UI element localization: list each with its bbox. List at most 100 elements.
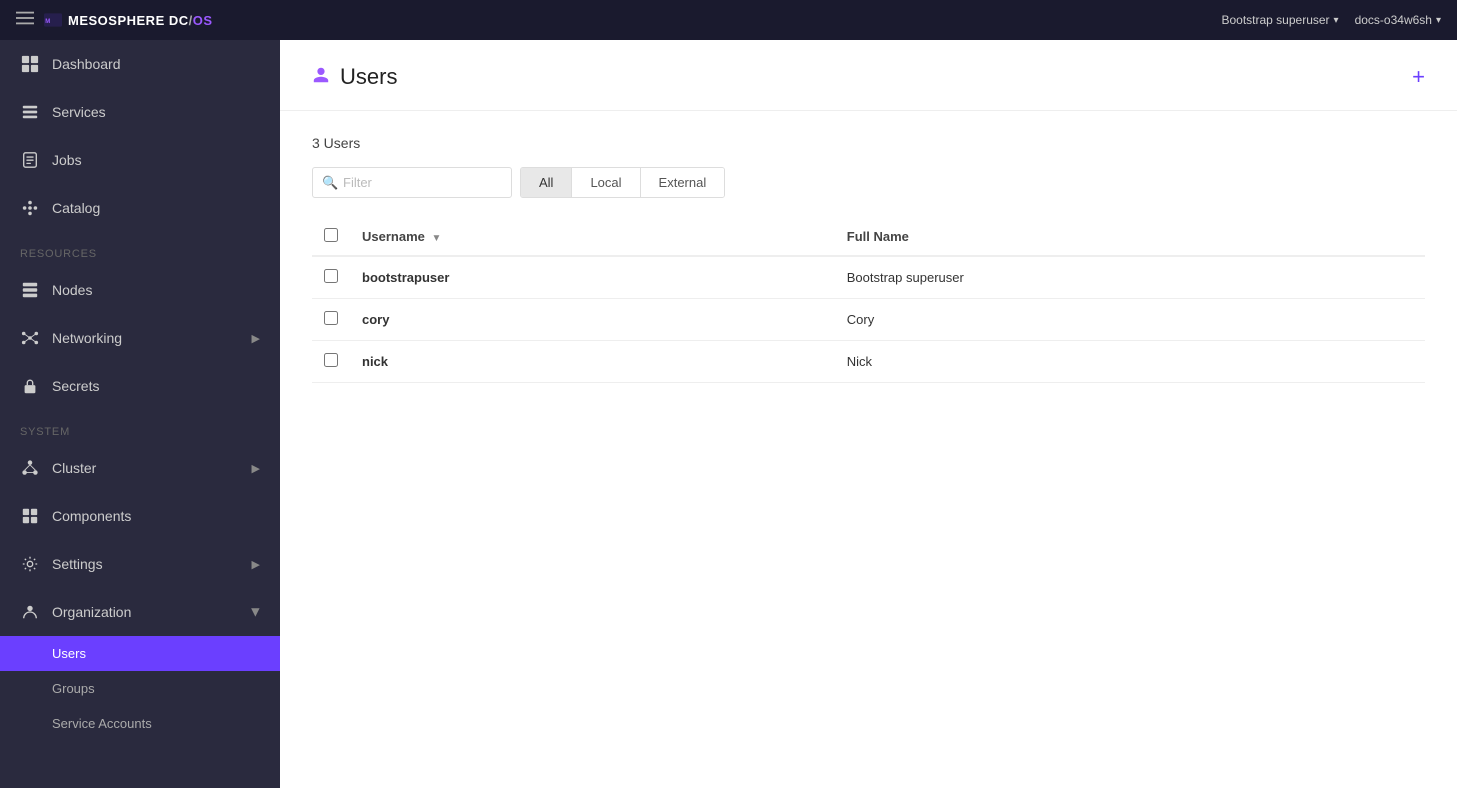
tab-external[interactable]: External (641, 168, 725, 197)
row-username-cell: cory (350, 299, 835, 341)
settings-icon (20, 554, 40, 574)
cluster-arrow-icon: ▶ (252, 462, 260, 475)
catalog-icon (20, 198, 40, 218)
topbar-right: Bootstrap superuser ▾ docs-o34w6sh ▾ (1221, 13, 1441, 27)
topbar-user-menu[interactable]: Bootstrap superuser ▾ (1221, 13, 1338, 27)
nodes-icon (20, 280, 40, 300)
sidebar-sub-item-label: Groups (52, 681, 95, 696)
sidebar-item-users[interactable]: Users (0, 636, 280, 671)
table-header-fullname: Full Name (835, 218, 1425, 256)
row-checkbox-cell (312, 299, 350, 341)
sidebar-item-networking[interactable]: Networking ▶ (0, 314, 280, 362)
system-section-label: System (0, 410, 280, 444)
organization-icon (20, 602, 40, 622)
sidebar-item-label: Jobs (52, 152, 82, 168)
table-row: bootstrapuser Bootstrap superuser (312, 256, 1425, 299)
content-area: 3 Users 🔍 All Local External (280, 111, 1457, 407)
sidebar-item-label: Services (52, 104, 106, 120)
sidebar-item-service-accounts[interactable]: Service Accounts (0, 706, 280, 741)
sidebar-item-catalog[interactable]: Catalog (0, 184, 280, 232)
dashboard-icon (20, 54, 40, 74)
row-checkbox[interactable] (324, 311, 338, 325)
components-icon (20, 506, 40, 526)
username-link[interactable]: cory (362, 312, 389, 327)
filter-tab-group: All Local External (520, 167, 725, 198)
tab-local[interactable]: Local (572, 168, 640, 197)
row-checkbox[interactable] (324, 269, 338, 283)
resources-section-label: Resources (0, 232, 280, 266)
sidebar-item-jobs[interactable]: Jobs (0, 136, 280, 184)
username-col-label: Username (362, 229, 425, 244)
hamburger-icon[interactable] (16, 9, 34, 32)
row-fullname-cell: Nick (835, 341, 1425, 383)
sidebar: Dashboard Services Jobs Catalog Resource… (0, 40, 280, 788)
sidebar-sub-item-label: Service Accounts (52, 716, 152, 731)
row-username-cell: nick (350, 341, 835, 383)
sidebar-item-label: Cluster (52, 460, 96, 476)
cluster-icon (20, 458, 40, 478)
layout: Dashboard Services Jobs Catalog Resource… (0, 40, 1457, 788)
row-fullname-cell: Cory (835, 299, 1425, 341)
add-user-button[interactable]: + (1412, 66, 1425, 88)
topbar-left: M MESOSPHERE DC/OS (16, 9, 213, 32)
sidebar-item-cluster[interactable]: Cluster ▶ (0, 444, 280, 492)
organization-arrow-icon: ▶ (249, 608, 262, 616)
jobs-icon (20, 150, 40, 170)
table-header-checkbox (312, 218, 350, 256)
topbar-cluster-label: docs-o34w6sh (1355, 13, 1432, 27)
select-all-checkbox[interactable] (324, 228, 338, 242)
row-checkbox-cell (312, 341, 350, 383)
row-checkbox-cell (312, 256, 350, 299)
username-link[interactable]: bootstrapuser (362, 270, 449, 285)
sidebar-item-secrets[interactable]: Secrets (0, 362, 280, 410)
sidebar-sub-item-label: Users (52, 646, 86, 661)
sidebar-item-label: Components (52, 508, 131, 524)
cluster-caret-icon: ▾ (1436, 15, 1441, 26)
topbar: M MESOSPHERE DC/OS Bootstrap superuser ▾… (0, 0, 1457, 40)
logo-text: MESOSPHERE DC/OS (68, 13, 213, 28)
networking-icon (20, 328, 40, 348)
sidebar-item-nodes[interactable]: Nodes (0, 266, 280, 314)
topbar-user-label: Bootstrap superuser (1221, 13, 1329, 27)
tab-all[interactable]: All (521, 168, 572, 197)
sidebar-item-components[interactable]: Components (0, 492, 280, 540)
table-row: cory Cory (312, 299, 1425, 341)
main-content: Users + 3 Users 🔍 All Local External (280, 40, 1457, 788)
users-table: Username ▼ Full Name bootstrapuser (312, 218, 1425, 383)
settings-arrow-icon: ▶ (252, 558, 260, 571)
filter-input[interactable] (312, 167, 512, 198)
services-icon (20, 102, 40, 122)
row-fullname-cell: Bootstrap superuser (835, 256, 1425, 299)
search-icon: 🔍 (322, 175, 338, 191)
users-page-icon (312, 66, 330, 89)
page-title-row: Users (312, 64, 397, 90)
sidebar-item-label: Nodes (52, 282, 92, 298)
sidebar-item-dashboard[interactable]: Dashboard (0, 40, 280, 88)
secrets-icon (20, 376, 40, 396)
sidebar-item-label: Organization (52, 604, 131, 620)
table-header-username[interactable]: Username ▼ (350, 218, 835, 256)
table-row: nick Nick (312, 341, 1425, 383)
fullname-col-label: Full Name (847, 229, 909, 244)
svg-text:M: M (45, 19, 50, 25)
sidebar-item-label: Secrets (52, 378, 99, 394)
page-header: Users + (280, 40, 1457, 111)
row-checkbox[interactable] (324, 353, 338, 367)
username-link[interactable]: nick (362, 354, 388, 369)
sidebar-item-label: Settings (52, 556, 103, 572)
filter-input-wrap: 🔍 (312, 167, 512, 198)
sidebar-item-groups[interactable]: Groups (0, 671, 280, 706)
page-title: Users (340, 64, 397, 90)
networking-arrow-icon: ▶ (252, 332, 260, 345)
topbar-cluster-menu[interactable]: docs-o34w6sh ▾ (1355, 13, 1441, 27)
sidebar-item-label: Networking (52, 330, 122, 346)
sidebar-item-label: Dashboard (52, 56, 121, 72)
user-caret-icon: ▾ (1334, 15, 1339, 26)
sidebar-item-settings[interactable]: Settings ▶ (0, 540, 280, 588)
sidebar-item-organization[interactable]: Organization ▶ (0, 588, 280, 636)
sort-icon: ▼ (432, 233, 442, 244)
users-count: 3 Users (312, 135, 1425, 151)
sidebar-item-services[interactable]: Services (0, 88, 280, 136)
filter-row: 🔍 All Local External (312, 167, 1425, 198)
row-username-cell: bootstrapuser (350, 256, 835, 299)
